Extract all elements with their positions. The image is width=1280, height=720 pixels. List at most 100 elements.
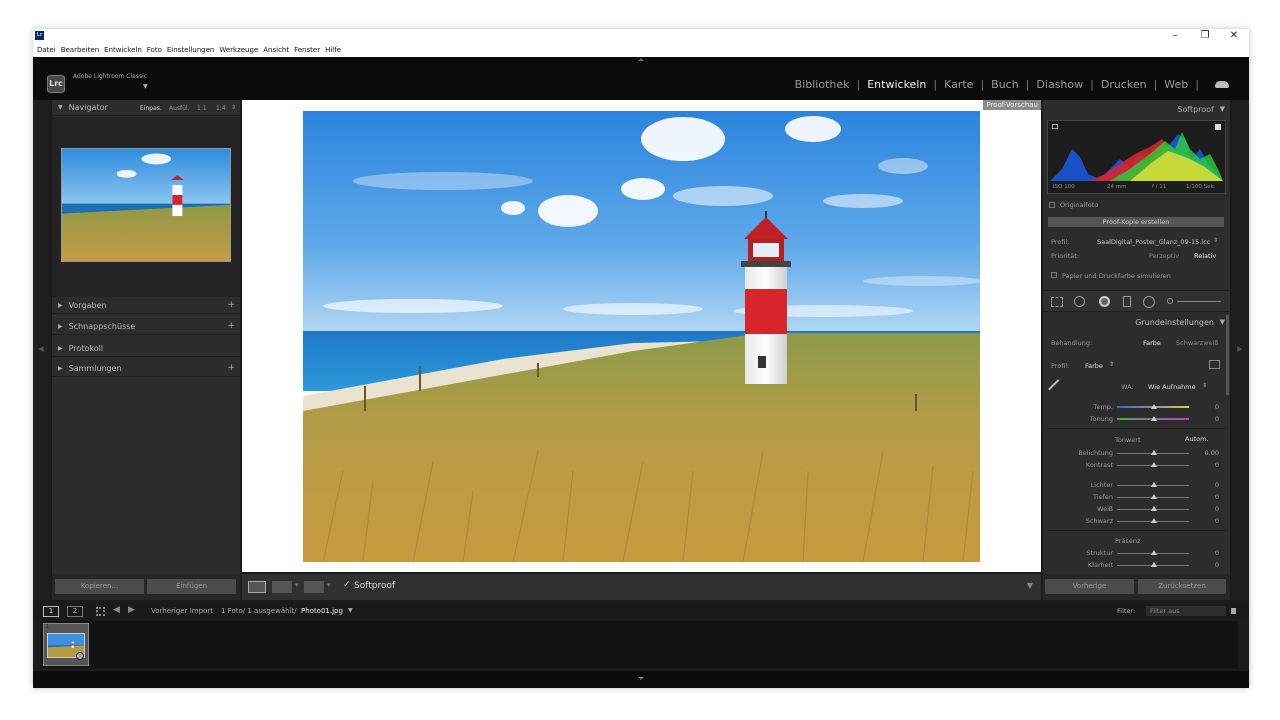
spot-removal-icon[interactable] <box>1074 296 1085 307</box>
auto-tone-button[interactable]: Autom. <box>1185 435 1209 443</box>
menu-hilfe[interactable]: Hilfe <box>325 46 341 54</box>
collections-section[interactable]: ▶ Sammlungen + <box>52 360 240 377</box>
loupe-view-icon[interactable] <box>248 581 266 593</box>
thumbnail-cell[interactable]: 1 <box>43 623 89 666</box>
module-diashow[interactable]: Diashow <box>1036 78 1083 91</box>
profile-browser-icon[interactable] <box>1209 360 1220 369</box>
blacks-value[interactable]: 0 <box>1203 517 1219 525</box>
menu-foto[interactable]: Foto <box>147 46 162 54</box>
zoom-fill[interactable]: Ausfül. <box>169 105 190 112</box>
whites-value[interactable]: 0 <box>1203 505 1219 513</box>
left-panel-toggle[interactable]: ◀ <box>33 100 49 600</box>
copy-settings-button[interactable]: Kopieren... <box>55 579 144 594</box>
profile2-stepper-icon[interactable]: ⇕ <box>1109 361 1114 368</box>
module-karte[interactable]: Karte <box>944 78 973 91</box>
add-snapshot-icon[interactable]: + <box>227 321 235 331</box>
white-balance-select[interactable]: Wie Aufnahme <box>1148 383 1196 391</box>
radial-filter-icon[interactable] <box>1143 296 1155 308</box>
blacks-knob[interactable] <box>1151 518 1157 523</box>
menu-bearbeiten[interactable]: Bearbeiten <box>61 46 99 54</box>
vorgaben-section[interactable]: ▶ Vorgaben + <box>52 297 240 314</box>
menu-fenster[interactable]: Fenster <box>294 46 320 54</box>
perceptual-option[interactable]: Perzeptiv <box>1149 252 1179 260</box>
tint-knob[interactable] <box>1151 416 1157 421</box>
whites-knob[interactable] <box>1151 506 1157 511</box>
highlights-value[interactable]: 0 <box>1203 481 1219 489</box>
before-after-view-icon[interactable] <box>272 581 292 593</box>
collapse-triangle-icon[interactable]: ▼ <box>1220 105 1225 113</box>
highlights-knob[interactable] <box>1151 482 1157 487</box>
menu-ansicht[interactable]: Ansicht <box>263 46 289 54</box>
collapse-top-icon[interactable] <box>638 58 644 61</box>
collapse-bottom-icon[interactable] <box>638 677 644 680</box>
zoom-1-1[interactable]: 1:1 <box>197 105 207 112</box>
clarity-value[interactable]: 0 <box>1203 561 1219 569</box>
texture-value[interactable]: 0 <box>1203 549 1219 557</box>
temp-knob[interactable] <box>1151 404 1157 409</box>
add-collection-icon[interactable]: + <box>227 363 235 373</box>
main-screen-button[interactable]: 1 <box>43 606 59 617</box>
menu-entwickeln[interactable]: Entwickeln <box>104 46 142 54</box>
texture-knob[interactable] <box>1151 550 1157 555</box>
histogram[interactable]: ISO 100 24 mm f / 11 1/100 Sek. <box>1047 120 1226 194</box>
grid-view-icon[interactable] <box>96 607 105 616</box>
crop-tool-icon[interactable] <box>1051 297 1063 307</box>
treatment-color[interactable]: Farbe <box>1143 339 1161 347</box>
before-after-dropdown-icon[interactable]: ▾ <box>295 581 299 589</box>
zoom-fit[interactable]: Einpas. <box>140 105 162 112</box>
navigator-header[interactable]: ▼ Navigator Einpas. Ausfül. 1:1 1:4 ⇕ <box>52 100 240 116</box>
swap-view-icon[interactable] <box>304 581 324 593</box>
print-profile-select[interactable]: SaalDigital_Poster_Glanz_09-15.icc <box>1097 238 1210 246</box>
filename[interactable]: Photo01.jpg <box>301 607 343 615</box>
module-bibliothek[interactable]: Bibliothek <box>795 78 850 91</box>
contrast-value[interactable]: 0 <box>1203 461 1219 469</box>
navigator-thumbnail[interactable] <box>61 148 231 262</box>
add-preset-icon[interactable]: + <box>227 300 235 310</box>
treatment-bw[interactable]: Schwarzweiß <box>1176 339 1218 347</box>
softproof-checkbox[interactable]: ✓ <box>343 580 351 590</box>
color-profile-select[interactable]: Farbe <box>1085 362 1103 370</box>
zoom-1-4[interactable]: 1:4 <box>216 105 226 112</box>
temp-value[interactable]: 0 <box>1203 403 1219 411</box>
reset-button[interactable]: Zurücksetzen <box>1138 579 1226 594</box>
proof-copy-button[interactable]: Proof-Kopie erstellen <box>1048 217 1224 227</box>
contrast-knob[interactable] <box>1151 462 1157 467</box>
module-drucken[interactable]: Drucken <box>1101 78 1147 91</box>
previous-settings-button[interactable]: Vorherige <box>1045 579 1134 594</box>
zoom-stepper-icon[interactable]: ⇕ <box>231 104 236 111</box>
swap-dropdown-icon[interactable]: ▾ <box>327 581 331 589</box>
relative-option[interactable]: Relativ <box>1194 252 1216 260</box>
original-photo-checkbox[interactable] <box>1049 202 1055 208</box>
history-section[interactable]: ▶ Protokoll <box>52 340 240 357</box>
filter-lock-icon[interactable] <box>1231 608 1236 614</box>
menu-werkzeuge[interactable]: Werkzeuge <box>219 46 258 54</box>
module-entwickeln[interactable]: Entwickeln <box>867 78 926 91</box>
toolbar-menu-icon[interactable]: ▼ <box>1027 581 1033 590</box>
brush-icon[interactable] <box>1167 298 1173 304</box>
tint-value[interactable]: 0 <box>1203 415 1219 423</box>
forward-arrow-icon[interactable]: ▶ <box>128 605 135 615</box>
shadows-knob[interactable] <box>1151 494 1157 499</box>
filename-dropdown-icon[interactable]: ▼ <box>348 607 353 614</box>
right-panel-toggle[interactable]: ▶ <box>1232 100 1248 600</box>
basic-header[interactable]: Grundeinstellungen ▼ <box>1043 314 1230 331</box>
cloud-icon[interactable] <box>1215 81 1229 88</box>
minimize-button[interactable]: – <box>1160 29 1190 43</box>
app-dropdown-icon[interactable]: ▼ <box>143 83 148 90</box>
photo-lighthouse[interactable] <box>303 111 980 562</box>
collapse-triangle-icon[interactable]: ▼ <box>1220 318 1225 326</box>
wb-stepper-icon[interactable]: ⇕ <box>1202 382 1207 389</box>
simulate-paper-checkbox[interactable] <box>1051 272 1057 278</box>
graduated-filter-icon[interactable] <box>1123 296 1131 307</box>
source-label[interactable]: Vorheriger Import <box>151 607 213 615</box>
shadows-value[interactable]: 0 <box>1203 493 1219 501</box>
red-eye-icon[interactable] <box>1099 296 1110 307</box>
back-arrow-icon[interactable]: ◀ <box>113 605 120 615</box>
snapshots-section[interactable]: ▶ Schnappschüsse + <box>52 318 240 335</box>
right-panel-scrollbar[interactable] <box>1226 315 1229 395</box>
profile-stepper-icon[interactable]: ⇕ <box>1213 237 1218 244</box>
menu-einstellungen[interactable]: Einstellungen <box>167 46 214 54</box>
exposure-value[interactable]: 0.00 <box>1197 449 1219 457</box>
softproof-header[interactable]: Softproof ▼ <box>1043 100 1230 118</box>
module-buch[interactable]: Buch <box>991 78 1019 91</box>
